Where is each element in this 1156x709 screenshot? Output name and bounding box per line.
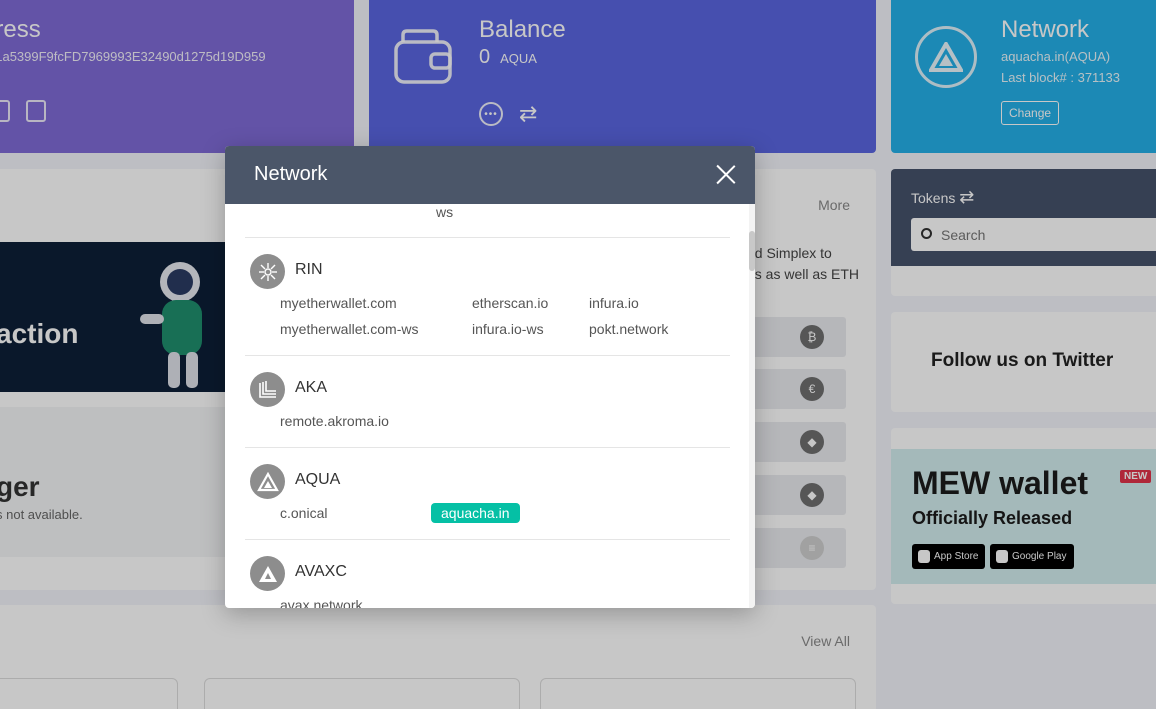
node-option[interactable]: etherscan.io	[472, 295, 548, 311]
network-name-aqua: AQUA	[295, 471, 341, 488]
node-option[interactable]: myetherwallet.com-ws	[280, 321, 418, 337]
node-option[interactable]: ws	[436, 204, 453, 220]
divider	[245, 237, 730, 238]
divider	[245, 539, 730, 540]
node-option-selected[interactable]: aquacha.in	[431, 503, 520, 523]
divider	[245, 447, 730, 448]
node-option[interactable]: infura.io-ws	[472, 321, 544, 337]
network-modal: Network ws RIN myetherwallet.com ethersc…	[225, 146, 755, 608]
node-option[interactable]: infura.io	[589, 295, 639, 311]
close-icon[interactable]	[715, 164, 737, 186]
aka-network-icon	[250, 372, 285, 407]
node-option[interactable]: c.onical	[280, 505, 327, 521]
modal-title: Network	[254, 163, 328, 185]
network-list[interactable]: ws RIN myetherwallet.com etherscan.io in…	[225, 204, 755, 608]
avax-network-icon	[250, 556, 285, 591]
network-name-rin: RIN	[295, 261, 323, 278]
divider	[245, 355, 730, 356]
network-name-aka: AKA	[295, 379, 328, 396]
rin-network-icon	[250, 254, 285, 289]
node-option[interactable]: avax.network	[280, 597, 362, 608]
scrollbar-thumb[interactable]	[749, 231, 755, 271]
node-option[interactable]: pokt.network	[589, 321, 668, 337]
node-option[interactable]: remote.akroma.io	[280, 413, 389, 429]
aqua-network-icon	[250, 464, 285, 499]
node-option[interactable]: myetherwallet.com	[280, 295, 397, 311]
network-name-avaxc: AVAXC	[295, 563, 347, 580]
